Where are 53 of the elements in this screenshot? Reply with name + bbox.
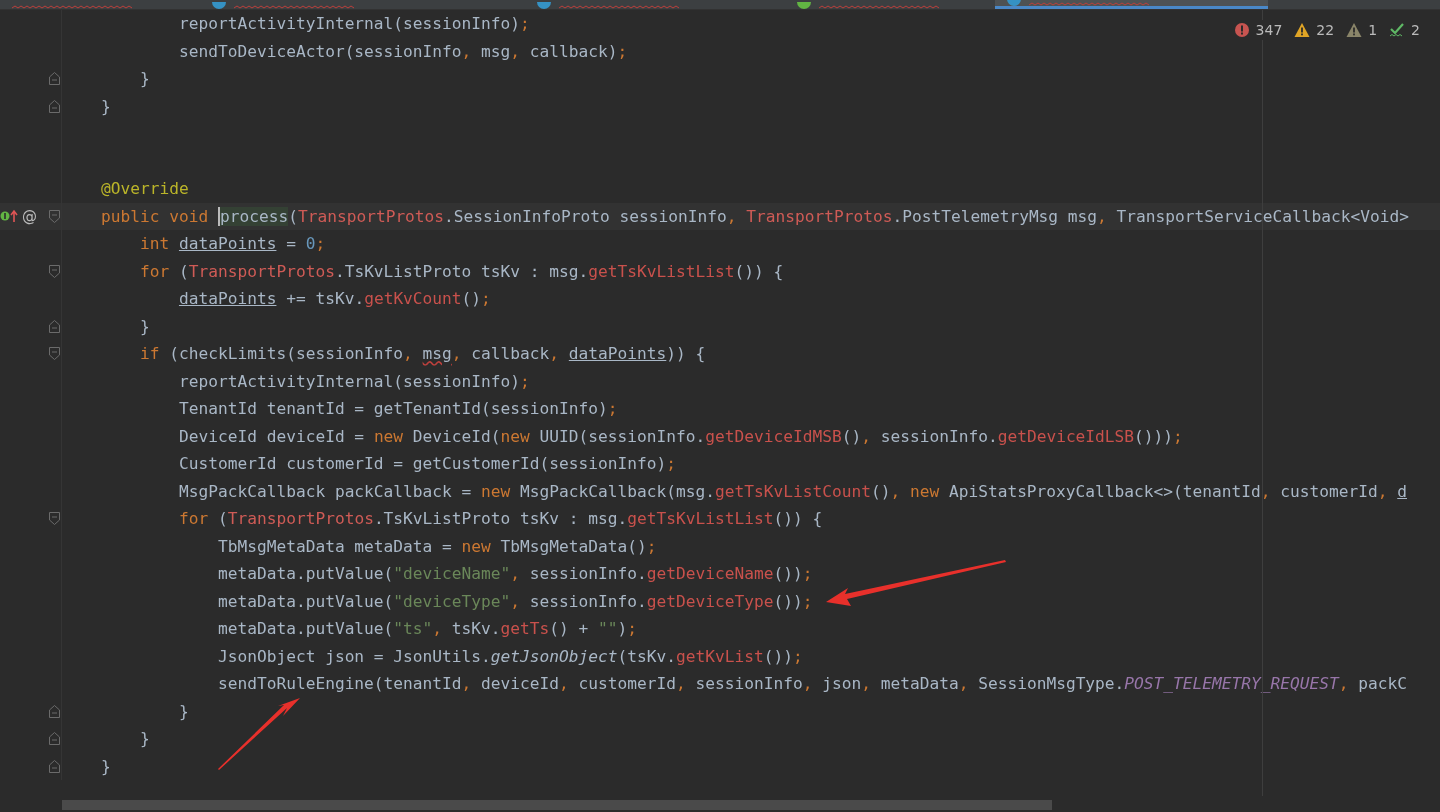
editor-tab[interactable] [995, 0, 1268, 9]
implements-override-icon[interactable] [0, 209, 20, 224]
warning-icon [1294, 22, 1311, 38]
code-line: sendToDeviceActor(sessionInfo, msg, callback); [177, 40, 628, 63]
warning-icon [1346, 22, 1363, 38]
code-line: metaData.putValue("deviceType", sessionInfo.getDeviceType()); [216, 590, 813, 613]
horizontal-scrollbar[interactable] [62, 799, 1052, 810]
fold-marker-icon[interactable] [49, 209, 60, 223]
code-line: metaData.putValue("ts", tsKv.getTs() + ""); [216, 618, 638, 640]
code-line: } [138, 728, 150, 750]
code-line: } [177, 700, 189, 723]
code-line: if (checkLimits(sessionInfo, msg, callback, dataPoints)) { [138, 343, 706, 365]
fold-marker-icon[interactable] [49, 347, 60, 360]
error-squiggle-icon [559, 5, 679, 9]
code-line: CustomerId customerId = getCustomerId(sessionInfo); [177, 453, 676, 475]
code-line: dataPoints += tsKv.getKvCount(); [177, 288, 491, 310]
error-icon [1233, 22, 1250, 38]
code-line: for (TransportProtos.TsKvListProto tsKv : msg.getTsKvListList()) { [177, 508, 823, 530]
check-icon [1389, 22, 1406, 38]
code-line: } [138, 315, 150, 338]
fold-marker-icon[interactable] [49, 264, 60, 278]
code-line: public void process(TransportProtos.SessionInfoProto sessionInfo, TransportProtos.PostTelemetryMsg msg, TransportServiceCallback<Void> [99, 205, 1409, 228]
fold-marker-icon[interactable] [49, 759, 60, 773]
code-line: TbMsgMetaData metaData = new TbMsgMetaData(); [216, 535, 657, 558]
fold-marker-icon[interactable] [49, 72, 60, 85]
fold-marker-icon[interactable] [49, 732, 60, 745]
inspection-count: 347 [1255, 22, 1283, 38]
fold-marker-icon[interactable] [49, 319, 60, 333]
fold-marker-icon[interactable] [49, 512, 60, 525]
error-squiggle-icon [12, 5, 132, 9]
error-squiggle-icon [819, 5, 939, 9]
code-line: reportActivityInternal(sessionInfo); [177, 370, 530, 393]
inspection-count: 2 [1411, 22, 1420, 38]
code-line: JsonObject json = JsonUtils.getJsonObject(tsKv.getKvList()); [216, 645, 803, 668]
inspection-count: 1 [1368, 22, 1378, 38]
code-line: reportActivityInternal(sessionInfo); [177, 13, 530, 35]
code-line: @Override [99, 178, 189, 200]
code-line: metaData.putValue("deviceName", sessionInfo.getDeviceName()); [216, 563, 813, 585]
code-line: int dataPoints = 0; [138, 233, 326, 255]
error-squiggle-icon [234, 5, 354, 9]
code-line: } [138, 68, 150, 90]
code-line: } [99, 95, 111, 118]
code-line: for (TransportProtos.TsKvListProto tsKv : msg.getTsKvListList()) { [138, 260, 784, 283]
fold-marker-icon[interactable] [49, 99, 60, 113]
code-line: MsgPackCallback packCallback = new MsgPackCallback(msg.getTsKvListCount(), new ApiStatsProxyCallback<>(tenantId, customerId, d [177, 480, 1407, 503]
fold-marker-icon[interactable] [49, 704, 60, 718]
code-line: DeviceId deviceId = new DeviceId(new UUID(sessionInfo.getDeviceIdMSB(), sessionInfo.getDeviceIdLSB())); [177, 425, 1183, 448]
annotation-marker[interactable]: @ [22, 207, 37, 226]
code-line: } [99, 755, 111, 778]
error-squiggle-icon [1029, 2, 1149, 6]
inspection-count: 22 [1316, 22, 1335, 38]
code-line: TenantId tenantId = getTenantId(sessionInfo); [177, 398, 618, 420]
code-line: sendToRuleEngine(tenantId, deviceId, customerId, sessionInfo, json, metaData, SessionMsgType.POST_TELEMETRY_REQUEST, packC [216, 673, 1407, 695]
